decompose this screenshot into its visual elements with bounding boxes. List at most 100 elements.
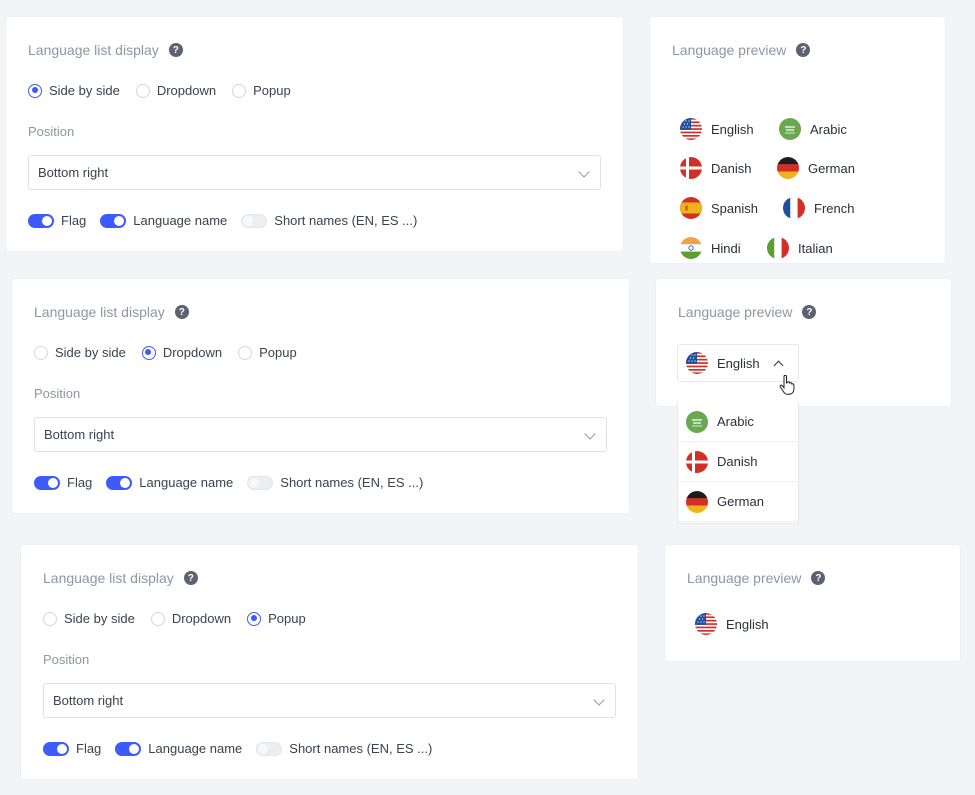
help-icon[interactable]: ? xyxy=(174,305,189,319)
position-select[interactable]: Bottom right xyxy=(34,417,607,452)
popup-trigger-english[interactable]: English xyxy=(695,613,769,635)
language-item-german[interactable]: German xyxy=(777,157,855,179)
settings-card-popup: Language list display ? Side by side Dro… xyxy=(21,545,638,779)
us-flag-icon xyxy=(686,352,708,374)
toggle-switch[interactable] xyxy=(34,475,60,490)
dropdown-item-german[interactable]: German xyxy=(678,482,798,522)
preview-title-text: Language preview xyxy=(678,304,793,320)
display-mode-radio-group: Side by side Dropdown Popup xyxy=(28,83,307,98)
current-language: English xyxy=(717,355,760,371)
section-title: Language list display ? xyxy=(28,42,183,58)
toggle-switch[interactable] xyxy=(247,475,274,490)
position-select[interactable]: Bottom right xyxy=(43,683,616,718)
help-icon[interactable]: ? xyxy=(802,305,817,319)
toggle-switch[interactable] xyxy=(28,213,54,228)
toggle-row: Flag Language name Short names (EN, ES .… xyxy=(28,213,431,228)
help-icon[interactable]: ? xyxy=(168,43,183,57)
dropdown-item-arabic[interactable]: Arabic xyxy=(678,402,798,442)
language-item-spanish[interactable]: Spanish xyxy=(680,197,758,219)
german-flag-icon xyxy=(777,157,799,179)
position-select-value: Bottom right xyxy=(53,693,124,708)
section-title: Language list display ? xyxy=(43,570,198,586)
toggle-switch[interactable] xyxy=(43,741,69,756)
short-names-toggle[interactable]: Short names (EN, ES ...) xyxy=(247,475,423,490)
preview-card-dropdown: Language preview ? xyxy=(656,279,951,406)
radio-dropdown[interactable]: Dropdown xyxy=(135,83,216,98)
language-dropdown-list: Arabic Danish German xyxy=(677,402,799,524)
radio-side-by-side[interactable]: Side by side xyxy=(43,611,135,626)
chevron-down-icon xyxy=(584,428,596,440)
position-label: Position xyxy=(43,652,90,667)
preview-title-text: Language preview xyxy=(672,42,787,58)
short-names-toggle[interactable]: Short names (EN, ES ...) xyxy=(256,741,432,756)
language-name-toggle[interactable]: Language name xyxy=(100,213,227,228)
french-flag-icon xyxy=(783,197,805,219)
us-flag-icon xyxy=(695,613,717,635)
preview-card-side-by-side: Language preview ? English Arabic Danish… xyxy=(650,17,945,263)
saudi-flag-icon xyxy=(779,118,801,140)
preview-title: Language preview ? xyxy=(678,304,817,320)
radio-unchecked-icon[interactable] xyxy=(232,83,247,98)
toggle-switch[interactable] xyxy=(115,741,142,756)
language-item-french[interactable]: French xyxy=(783,197,854,219)
display-mode-radio-group: Side by side Dropdown Popup xyxy=(43,611,322,626)
indian-flag-icon xyxy=(680,237,702,259)
flag-toggle[interactable]: Flag xyxy=(34,475,92,490)
danish-flag-icon xyxy=(686,450,708,473)
position-label: Position xyxy=(28,124,75,139)
language-item-arabic[interactable]: Arabic xyxy=(779,118,847,140)
language-item-danish[interactable]: Danish xyxy=(680,157,751,179)
settings-card-dropdown: Language list display ? Side by side Dro… xyxy=(12,279,629,513)
display-mode-radio-group: Side by side Dropdown Popup xyxy=(34,345,313,360)
toggle-switch[interactable] xyxy=(241,213,268,228)
us-flag-icon xyxy=(680,118,702,140)
chevron-down-icon xyxy=(593,694,605,706)
radio-unchecked-icon[interactable] xyxy=(135,83,150,98)
preview-card-popup: Language preview ? English xyxy=(665,545,960,661)
radio-dropdown[interactable]: Dropdown xyxy=(141,345,222,360)
language-item-english[interactable]: English xyxy=(680,118,754,140)
flag-toggle[interactable]: Flag xyxy=(28,213,86,228)
toggle-switch[interactable] xyxy=(106,475,133,490)
dropdown-item-danish[interactable]: Danish xyxy=(678,442,798,482)
radio-unchecked-icon[interactable] xyxy=(238,345,253,360)
radio-popup[interactable]: Popup xyxy=(238,345,297,360)
help-icon[interactable]: ? xyxy=(811,571,826,585)
radio-unchecked-icon[interactable] xyxy=(43,611,57,626)
radio-side-by-side[interactable]: Side by side xyxy=(28,83,120,98)
preview-title-text: Language preview xyxy=(687,570,802,586)
position-label: Position xyxy=(34,386,81,401)
language-name-toggle[interactable]: Language name xyxy=(106,475,233,490)
radio-unchecked-icon[interactable] xyxy=(150,611,165,626)
preview-title: Language preview ? xyxy=(687,570,826,586)
radio-popup[interactable]: Popup xyxy=(232,83,291,98)
radio-popup[interactable]: Popup xyxy=(247,611,306,626)
toggle-switch[interactable] xyxy=(100,213,127,228)
position-select[interactable]: Bottom right xyxy=(28,155,601,190)
help-icon[interactable]: ? xyxy=(796,43,811,57)
language-item-hindi[interactable]: Hindi xyxy=(680,237,741,259)
language-item-italian[interactable]: Italian xyxy=(767,237,833,259)
section-title-text: Language list display xyxy=(28,42,159,58)
settings-card-side-by-side: Language list display ? Side by side Dro… xyxy=(6,17,623,251)
flag-toggle[interactable]: Flag xyxy=(43,741,101,756)
radio-checked-icon[interactable] xyxy=(247,611,262,626)
toggle-switch[interactable] xyxy=(256,741,283,756)
short-names-toggle[interactable]: Short names (EN, ES ...) xyxy=(241,213,417,228)
danish-flag-icon xyxy=(680,157,702,179)
radio-checked-icon[interactable] xyxy=(28,83,42,98)
hand-pointer-icon xyxy=(779,375,795,395)
position-select-value: Bottom right xyxy=(44,427,115,442)
section-title-text: Language list display xyxy=(43,570,174,586)
radio-side-by-side[interactable]: Side by side xyxy=(34,345,126,360)
language-name-toggle[interactable]: Language name xyxy=(115,741,242,756)
help-icon[interactable]: ? xyxy=(183,571,198,585)
radio-checked-icon[interactable] xyxy=(141,345,156,360)
italian-flag-icon xyxy=(767,237,789,259)
toggle-row: Flag Language name Short names (EN, ES .… xyxy=(43,741,446,756)
radio-unchecked-icon[interactable] xyxy=(34,345,48,360)
radio-dropdown[interactable]: Dropdown xyxy=(150,611,231,626)
section-title-text: Language list display xyxy=(34,304,165,320)
chevron-down-icon xyxy=(578,166,590,178)
saudi-flag-icon xyxy=(686,410,708,433)
